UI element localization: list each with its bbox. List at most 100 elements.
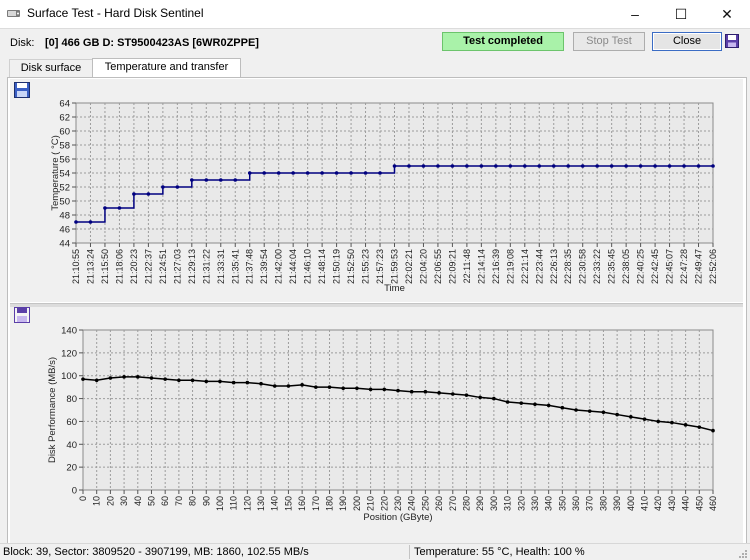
x-tick-label: 21:22:37 [143, 249, 153, 284]
x-tick-label: 21:42:00 [274, 249, 284, 284]
x-tick-label: 460 [708, 496, 718, 511]
data-point [450, 164, 455, 168]
minimize-button[interactable]: – [612, 0, 658, 28]
data-point [566, 164, 571, 168]
data-point [609, 164, 614, 168]
x-tick-label: 22:35:45 [607, 249, 617, 284]
chart-panel: 44 46 48 50 52 54 56 58 60 62 64 21:10:55 21:13:24 21… [7, 77, 747, 545]
x-tick-label: 21:46:10 [303, 249, 313, 284]
y-tick-label: 20 [66, 463, 77, 474]
data-point [117, 206, 122, 210]
tab-disk-surface-map[interactable]: Disk surface map [9, 59, 93, 91]
close-window-button[interactable]: ✕ [704, 0, 750, 28]
x-tick-label: 21:50:19 [332, 249, 342, 284]
close-button[interactable]: Close [652, 32, 722, 51]
x-tick-label: 380 [598, 496, 608, 511]
data-point [615, 412, 619, 417]
x-tick-label: 190 [338, 496, 348, 511]
resize-grip-icon[interactable] [738, 549, 748, 559]
x-tick-label: 310 [503, 496, 513, 511]
data-point [262, 171, 267, 175]
data-point [464, 393, 469, 397]
save-icon[interactable] [725, 34, 739, 48]
y-axis-title: Disk Performance (MB/s) [47, 357, 58, 463]
x-tick-label: 20 [105, 496, 115, 506]
x-tick-label: 21:35:41 [230, 249, 240, 284]
x-tick-label: 22:21:14 [520, 249, 530, 284]
data-point [574, 408, 578, 412]
x-tick-label: 210 [366, 496, 376, 511]
x-tick-label: 22:02:21 [404, 249, 414, 284]
data-point [580, 164, 585, 168]
toolbar: Disk: [0] 466 GB D: ST9500423AS [6WR0ZPP… [0, 29, 750, 57]
maximize-button[interactable]: ☐ [658, 0, 704, 28]
x-tick-label: 170 [311, 496, 321, 511]
data-point [396, 388, 400, 393]
y-tick-label: 62 [59, 113, 70, 124]
data-point [423, 389, 428, 394]
data-point [519, 401, 524, 405]
x-tick-label: 21:33:31 [216, 249, 226, 284]
data-point [163, 377, 167, 381]
x-tick-label: 370 [585, 496, 595, 511]
x-tick-label: 0 [78, 496, 88, 501]
data-point [108, 376, 113, 380]
y-tick-label: 58 [59, 141, 70, 152]
x-tick-label: 50 [146, 496, 156, 506]
x-tick-label: 140 [270, 496, 280, 511]
x-tick-label: 340 [544, 496, 554, 511]
data-point [247, 171, 252, 175]
status-separator [409, 545, 410, 559]
y-tick-label: 54 [59, 169, 70, 180]
title-bar: Surface Test - Hard Disk Sentinel – ☐ ✕ [0, 0, 750, 29]
x-tick-label: 21:29:13 [187, 249, 197, 284]
x-tick-label: 22:19:08 [505, 249, 515, 284]
x-tick-label: 22:14:14 [476, 249, 486, 284]
x-tick-label: 22:47:28 [679, 249, 689, 284]
save-icon[interactable] [14, 82, 30, 98]
data-point [88, 220, 93, 224]
x-tick-label: 22:11:48 [462, 249, 472, 283]
data-point [300, 383, 304, 387]
data-point [272, 384, 277, 388]
x-tick-label: 450 [694, 496, 704, 511]
x-tick-label: 150 [283, 496, 293, 511]
data-point [508, 164, 513, 168]
stop-test-button[interactable]: Stop Test [573, 32, 645, 51]
x-tick-label: 21:44:04 [288, 249, 298, 284]
data-point [146, 192, 151, 196]
x-tick-label: 21:39:54 [259, 249, 269, 284]
window-title: Surface Test - Hard Disk Sentinel [27, 6, 204, 20]
data-point [177, 378, 181, 383]
x-tick-label: 60 [160, 496, 170, 506]
data-point [533, 402, 537, 407]
x-tick-label: 21:20:23 [129, 249, 139, 284]
save-icon[interactable] [14, 307, 30, 323]
data-point [190, 378, 195, 383]
data-point [190, 178, 194, 182]
data-point [587, 409, 592, 413]
performance-chart: 0204060801001201400 10 20 30 40 50 60 70 80 90 100… [14, 307, 718, 523]
x-tick-label: 420 [653, 496, 663, 511]
y-tick-label: 60 [66, 417, 77, 428]
data-point [204, 178, 209, 182]
data-point [81, 377, 85, 381]
x-tick-label: 320 [516, 496, 526, 511]
x-tick-label: 21:52:50 [346, 249, 356, 284]
data-point [478, 395, 482, 400]
x-tick-label: 22:06:55 [433, 249, 443, 284]
data-point [682, 164, 686, 168]
tab-temperature-transfer-speed[interactable]: Temperature and transfer speed [92, 58, 241, 90]
temperature-chart-area: 44 46 48 50 52 54 56 58 60 62 64 21:10:55 21:13:24 21… [10, 79, 743, 302]
data-point [505, 400, 510, 404]
x-tick-label: 250 [420, 496, 430, 511]
x-tick-label: 21:24:51 [158, 249, 168, 284]
y-tick-label: 46 [59, 225, 70, 236]
x-tick-label: 22:26:13 [549, 249, 559, 284]
data-point [132, 192, 136, 196]
data-point [697, 425, 702, 429]
data-point [349, 171, 353, 175]
data-point [378, 171, 382, 175]
data-point [465, 164, 469, 168]
x-tick-label: 160 [297, 496, 307, 511]
